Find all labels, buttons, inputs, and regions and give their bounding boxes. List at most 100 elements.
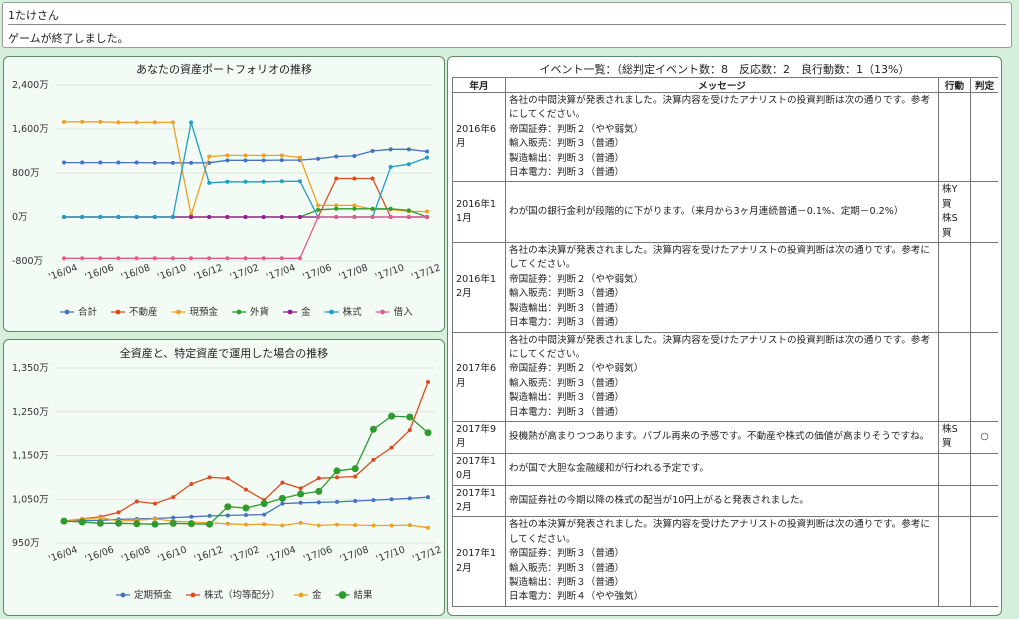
- col-header-action: 行動: [938, 77, 971, 93]
- data-point: [388, 147, 393, 152]
- legend-item[interactable]: 定期預金: [116, 589, 173, 601]
- x-tick-label: '16/10: [156, 544, 188, 565]
- data-point: [244, 522, 248, 527]
- event-action: [938, 452, 971, 486]
- table-row: 2017年9月 投機熱が高まりつつあります。バブル再来の予感です。不動産や株式の価…: [452, 420, 998, 454]
- data-point: [98, 160, 103, 165]
- legend-item[interactable]: 借入: [375, 306, 414, 318]
- data-point: [425, 149, 429, 154]
- data-point: [278, 494, 286, 502]
- data-point: [298, 520, 303, 525]
- legend-marker: [338, 591, 347, 599]
- data-point: [316, 500, 321, 505]
- data-point: [316, 523, 321, 528]
- event-message: わが国で大胆な金融緩和が行われる予定です。: [505, 452, 939, 486]
- x-tick-label: '17/08: [338, 262, 370, 283]
- legend-item[interactable]: 株式（均等配分）: [186, 589, 280, 601]
- x-tick-label: '17/04: [266, 544, 298, 565]
- table-row: 2017年12月 各社の本決算が発表されました。決算内容を受けたアナリストの投資判…: [452, 516, 998, 607]
- data-point: [352, 206, 357, 211]
- data-point: [407, 496, 412, 501]
- legend-label: 結果: [354, 589, 374, 601]
- table-row: 2016年6月 各社の中間決算が発表されました。決算内容を受けたアナリストの投資判…: [452, 91, 998, 183]
- data-point: [261, 256, 266, 261]
- data-point: [406, 215, 411, 219]
- x-tick-label: '16/06: [84, 544, 116, 565]
- data-point: [370, 176, 375, 181]
- event-action: 株S買: [938, 420, 971, 454]
- y-tick-label: 1,150万: [12, 451, 49, 462]
- data-point: [407, 428, 412, 433]
- y-tick-label: -800万: [12, 256, 43, 267]
- data-point: [279, 158, 284, 163]
- y-tick-label: 950万: [12, 538, 40, 549]
- data-point: [62, 215, 66, 219]
- legend-label: 金: [301, 306, 311, 318]
- legend-item[interactable]: 金: [283, 306, 311, 318]
- event-judgement: [970, 331, 998, 422]
- legend-item[interactable]: 現預金: [171, 306, 219, 318]
- data-point: [224, 503, 232, 511]
- data-point: [189, 256, 194, 261]
- event-table-scroll[interactable]: 年月 メッセージ 行動 判定 2016年6月 各社の中間決算が発表されました。決算…: [452, 77, 998, 615]
- legend-item[interactable]: 不動産: [111, 306, 158, 318]
- data-point: [371, 523, 376, 528]
- data-point: [369, 425, 377, 433]
- y-tick-label: 1,050万: [12, 494, 49, 505]
- legend-marker: [329, 309, 334, 315]
- data-point: [406, 413, 414, 421]
- event-action: [938, 484, 971, 518]
- legend-item[interactable]: 合計: [60, 306, 98, 318]
- data-point: [388, 164, 393, 169]
- data-point: [189, 481, 194, 486]
- event-message: 各社の中間決算が発表されました。決算内容を受けたアナリストの投資判断は次の通りで…: [505, 331, 939, 422]
- event-date: 2016年6月: [452, 91, 506, 183]
- data-point: [316, 215, 321, 219]
- data-point: [298, 500, 303, 505]
- data-point: [280, 523, 285, 528]
- comparison-chart-panel: 全資産と、特定資産で運用した場合の推移 1,350万 1,250万 1,150万 1,0…: [3, 339, 445, 616]
- data-point: [260, 500, 268, 508]
- event-table: 年月 メッセージ 行動 判定 2016年6月 各社の中間決算が発表されました。決算…: [452, 77, 998, 607]
- data-point: [170, 120, 175, 125]
- data-point: [261, 179, 266, 184]
- data-point: [335, 522, 339, 527]
- event-date: 2016年11月: [452, 181, 506, 244]
- comparison-chart: 全資産と、特定資産で運用した場合の推移 1,350万 1,250万 1,150万 1,0…: [12, 346, 443, 601]
- data-point: [225, 256, 230, 261]
- event-date: 2017年12月: [452, 484, 506, 518]
- event-message: 各社の本決算が発表されました。決算内容を受けたアナリストの投資判断は次の通りです…: [505, 516, 939, 607]
- data-point: [334, 176, 339, 181]
- legend-item[interactable]: 株式: [324, 306, 363, 318]
- event-message: 各社の本決算が発表されました。決算内容を受けたアナリストの投資判断は次の通りです…: [505, 242, 939, 333]
- data-point: [152, 160, 157, 165]
- data-point: [80, 215, 85, 219]
- legend-item[interactable]: 外貨: [232, 306, 269, 318]
- data-point: [153, 501, 157, 506]
- data-point: [207, 180, 212, 185]
- data-point: [297, 256, 302, 261]
- chart-title: 全資産と、特定資産で運用した場合の推移: [120, 346, 329, 360]
- x-tick-label: '17/06: [301, 262, 333, 283]
- legend-item[interactable]: 金: [294, 589, 322, 601]
- event-action: 株Y買 株S買: [938, 181, 971, 244]
- event-judgement: [970, 484, 998, 518]
- data-point: [388, 412, 396, 420]
- data-point: [262, 522, 267, 527]
- event-judgement: [970, 452, 998, 486]
- col-header-judgement: 判定: [970, 77, 998, 93]
- data-point: [134, 160, 139, 165]
- legend-marker: [298, 592, 304, 598]
- data-point: [243, 158, 248, 163]
- legend-label: 株式: [343, 306, 363, 318]
- data-point: [170, 215, 175, 219]
- legend-item[interactable]: 結果: [335, 589, 374, 601]
- data-point: [170, 256, 175, 261]
- data-point: [244, 487, 248, 492]
- data-point: [371, 457, 376, 462]
- data-point: [353, 474, 358, 479]
- data-point: [153, 516, 157, 521]
- data-point: [351, 465, 359, 473]
- data-point: [169, 519, 177, 527]
- data-point: [170, 160, 175, 165]
